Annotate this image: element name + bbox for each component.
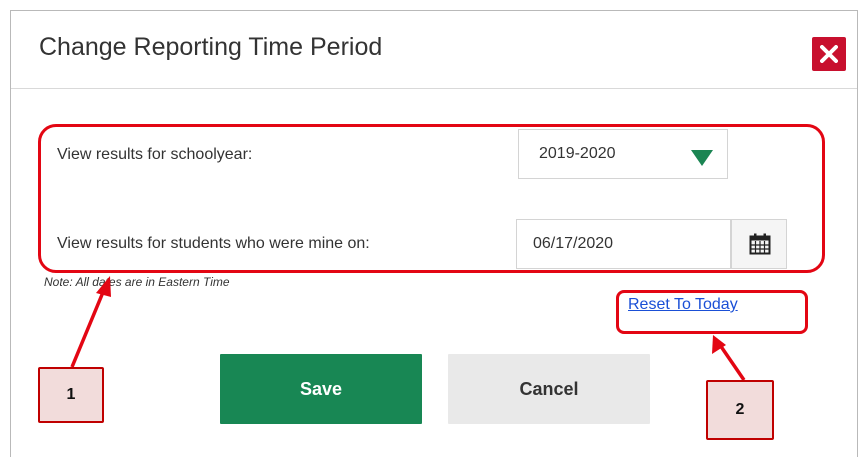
calendar-button[interactable] bbox=[731, 219, 787, 269]
close-icon bbox=[820, 45, 838, 63]
reset-to-today-link[interactable]: Reset To Today bbox=[628, 296, 738, 314]
cancel-button[interactable]: Cancel bbox=[448, 354, 650, 424]
dialog-title: Change Reporting Time Period bbox=[39, 33, 383, 61]
dropdown-arrow-icon bbox=[691, 150, 713, 166]
schoolyear-select-value: 2019-2020 bbox=[539, 145, 616, 162]
schoolyear-select[interactable]: 2019-2020 bbox=[518, 129, 728, 179]
callout-2: 2 bbox=[706, 380, 774, 440]
save-button[interactable]: Save bbox=[220, 354, 422, 424]
callout-1: 1 bbox=[38, 367, 104, 423]
schoolyear-label: View results for schoolyear: bbox=[57, 146, 253, 163]
calendar-icon bbox=[749, 233, 771, 255]
timezone-note: Note: All dates are in Eastern Time bbox=[44, 275, 230, 289]
dialog-header: Change Reporting Time Period bbox=[11, 11, 857, 89]
date-field[interactable] bbox=[516, 219, 731, 269]
close-button[interactable] bbox=[812, 37, 846, 71]
date-label: View results for students who were mine … bbox=[57, 235, 370, 252]
